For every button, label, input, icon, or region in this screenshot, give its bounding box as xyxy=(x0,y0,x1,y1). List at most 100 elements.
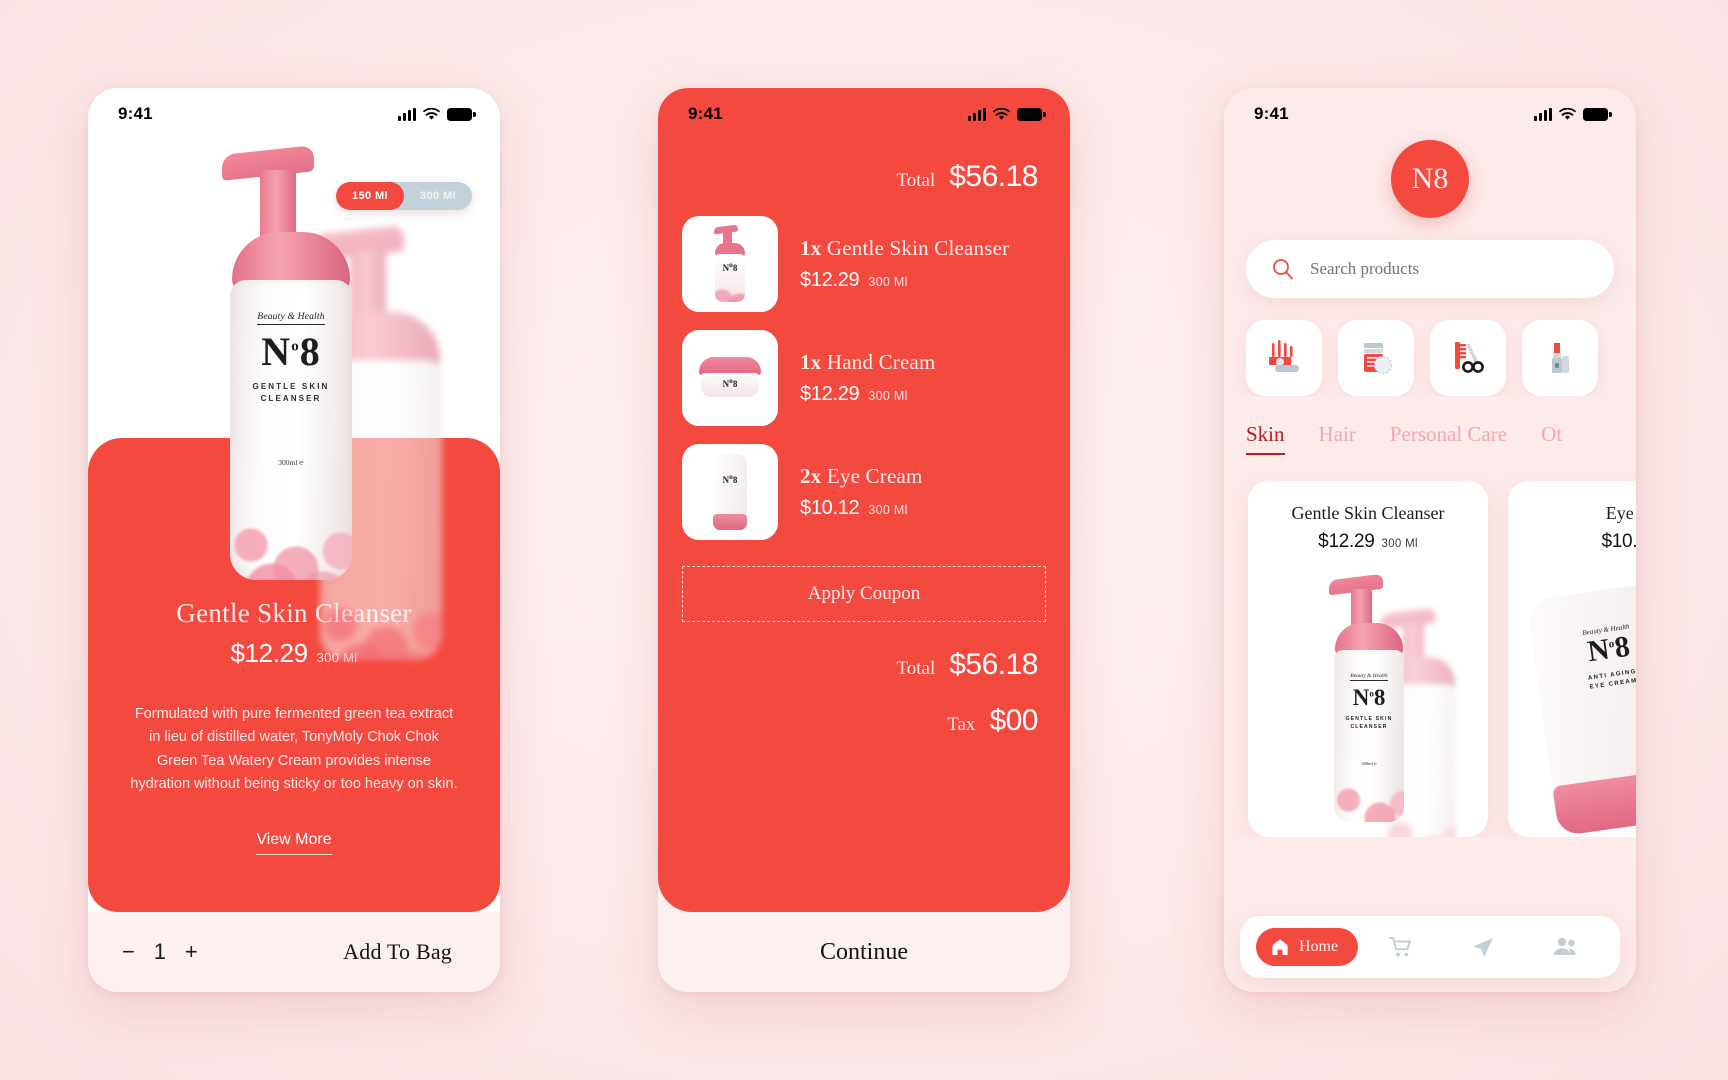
wifi-icon xyxy=(423,107,440,120)
cart-item-name: 1x Hand Cream xyxy=(800,350,1046,375)
battery-icon xyxy=(1017,107,1046,121)
view-more-link[interactable]: View More xyxy=(256,831,332,855)
status-time: 9:41 xyxy=(1254,104,1289,123)
comb-scissors-icon xyxy=(1455,342,1484,373)
bottle-brand: Beauty & Health xyxy=(257,312,325,325)
brand-logo[interactable]: N8 xyxy=(1391,140,1469,218)
card-bottle-line1: GENTLE SKIN xyxy=(1345,716,1393,723)
card-bottle-number: No8 xyxy=(1352,685,1386,710)
search-bar[interactable]: Search products xyxy=(1246,240,1614,298)
cart-item-price: $12.29 xyxy=(800,269,860,291)
card-bottle-volume: 300ml ℮ xyxy=(1361,761,1377,767)
product-bottle: Beauty & Health No8 GENTLE SKIN CLEANSER… xyxy=(216,145,366,590)
battery-icon xyxy=(1583,107,1612,121)
product-card-size: 300 Ml xyxy=(1381,538,1418,550)
category-makeup-brushes[interactable] xyxy=(1246,320,1322,396)
product-card-list: Gentle Skin Cleanser $12.29 300 Ml Beaut… xyxy=(1224,455,1636,837)
cart-total-header: Total $56.18 xyxy=(658,134,1070,194)
tab-personal-care[interactable]: Personal Care xyxy=(1390,422,1507,453)
nav-item-cart[interactable] xyxy=(1362,934,1440,960)
cart-item-info: 1x Hand Cream $12.29 300 Ml xyxy=(800,350,1046,406)
home-icon xyxy=(1272,939,1288,955)
status-icons xyxy=(398,107,476,121)
cart-item-price-row: $12.29 300 Ml xyxy=(800,383,1046,406)
bottle-number: No8 xyxy=(261,329,321,374)
product-card-price: $10.1 xyxy=(1601,531,1636,552)
cart-panel: 9:41 Total $56.18 No8 1x Gentle Skin Cle… xyxy=(658,88,1070,912)
cart-item-price-row: $10.12 300 Ml xyxy=(800,497,1046,520)
cart-item-info: 1x Gentle Skin Cleanser $12.29 300 Ml xyxy=(800,236,1046,292)
card-bottle-line2: CLEANSER xyxy=(1350,724,1388,731)
cart-summary: Total $56.18 Tax $00 xyxy=(658,648,1070,738)
signal-icon xyxy=(968,107,986,121)
nav-item-profile[interactable] xyxy=(1526,934,1604,960)
cart-item-thumbnail: No8 xyxy=(682,216,778,312)
cart-item-size: 300 Ml xyxy=(868,503,908,517)
status-icons xyxy=(1534,107,1612,121)
continue-button[interactable]: Continue xyxy=(820,939,908,966)
decrease-quantity-button[interactable]: − xyxy=(122,941,135,963)
quantity-stepper[interactable]: − 1 + xyxy=(122,939,198,965)
lipstick-icon xyxy=(1552,343,1569,373)
cart-item-row[interactable]: No8 1x Hand Cream $12.29 300 Ml xyxy=(682,330,1046,426)
cart-item-thumbnail: No8 xyxy=(682,330,778,426)
category-lipstick[interactable] xyxy=(1522,320,1598,396)
product-card-price: $12.29 xyxy=(1318,531,1375,552)
cart-item-row[interactable]: No8 2x Eye Cream $10.12 300 Ml xyxy=(682,444,1046,540)
cream-jar-icon xyxy=(1364,343,1393,375)
category-comb-scissors[interactable] xyxy=(1430,320,1506,396)
signal-icon xyxy=(1534,107,1552,121)
tab-skin[interactable]: Skin xyxy=(1246,422,1285,455)
cart-item-row[interactable]: No8 1x Gentle Skin Cleanser $12.29 300 M… xyxy=(682,216,1046,312)
bottle-volume: 300ml ℮ xyxy=(278,457,304,467)
status-time: 9:41 xyxy=(688,104,723,123)
category-cream-jar[interactable] xyxy=(1338,320,1414,396)
category-tabs[interactable]: Skin Hair Personal Care Ot xyxy=(1224,396,1636,455)
card-bottle-brand: Beauty & Health xyxy=(1350,673,1388,681)
cart-item-info: 2x Eye Cream $10.12 300 Ml xyxy=(800,464,1046,520)
product-card-image: Beauty & Health No8 ANTI AGING EYE CREAM xyxy=(1508,577,1636,837)
product-bottle: Beauty & Health No8 GENTLE SKIN CLEANSER… xyxy=(1326,573,1412,827)
tab-others[interactable]: Ot xyxy=(1541,422,1562,453)
home-screen: 9:41 N8 Search products Skin Hair Person… xyxy=(1224,88,1636,992)
category-icon-row[interactable] xyxy=(1224,298,1636,396)
product-card[interactable]: Eye C $10.1 Beauty & Health No8 ANTI xyxy=(1508,481,1636,837)
screens-canvas: 9:41 150 Ml 300 Ml Gentle Skin Cleanser … xyxy=(0,0,1728,1080)
cart-total-value: $56.18 xyxy=(949,160,1038,193)
summary-row-tax: Tax $00 xyxy=(658,704,1038,738)
nav-item-navigate[interactable] xyxy=(1444,934,1522,960)
quantity-value: 1 xyxy=(153,939,166,964)
cart-item-price: $12.29 xyxy=(800,383,860,405)
cart-item-name: 2x Eye Cream xyxy=(800,464,1046,489)
cart-item-size: 300 Ml xyxy=(868,389,908,403)
bottom-navigation[interactable]: Home xyxy=(1240,916,1620,978)
bottle-foam xyxy=(230,452,352,580)
status-bar: 9:41 xyxy=(658,88,1070,134)
nav-item-home[interactable]: Home xyxy=(1256,928,1359,966)
product-card-name: Eye C xyxy=(1605,503,1636,523)
product-image: Beauty & Health No8 GENTLE SKIN CLEANSER… xyxy=(88,122,500,682)
product-card-price-row: $12.29 300 Ml xyxy=(1262,531,1474,553)
cart-item-size: 300 Ml xyxy=(868,275,908,289)
product-card-price-row: $10.1 xyxy=(1522,531,1636,553)
cart-item-qty: 1x xyxy=(800,350,822,374)
phone-product-detail: 9:41 150 Ml 300 Ml Gentle Skin Cleanser … xyxy=(88,88,500,992)
bottle-line2: CLEANSER xyxy=(260,394,322,404)
add-to-bag-button[interactable]: Add To Bag xyxy=(343,939,466,965)
cart-item-title: Gentle Skin Cleanser xyxy=(826,236,1010,260)
search-icon xyxy=(1273,259,1293,280)
tab-hair[interactable]: Hair xyxy=(1319,422,1356,453)
product-tube: Beauty & Health No8 ANTI AGING EYE CREAM xyxy=(1526,579,1636,837)
search-input[interactable]: Search products xyxy=(1310,259,1419,279)
cart-item-price: $10.12 xyxy=(800,497,860,519)
summary-total-label: Total xyxy=(896,658,936,679)
cart-item-list: No8 1x Gentle Skin Cleanser $12.29 300 M… xyxy=(658,216,1070,540)
people-icon xyxy=(1554,937,1576,955)
increase-quantity-button[interactable]: + xyxy=(185,941,198,963)
bottle-label: Beauty & Health No8 GENTLE SKIN CLEANSER… xyxy=(230,306,352,467)
apply-coupon-button[interactable]: Apply Coupon xyxy=(682,566,1046,622)
phone-home: 9:41 N8 Search products Skin Hair Person… xyxy=(1224,88,1636,992)
product-card[interactable]: Gentle Skin Cleanser $12.29 300 Ml Beaut… xyxy=(1248,481,1488,837)
cart-action-bar: Continue xyxy=(658,912,1070,992)
cart-item-title: Eye Cream xyxy=(826,464,923,488)
